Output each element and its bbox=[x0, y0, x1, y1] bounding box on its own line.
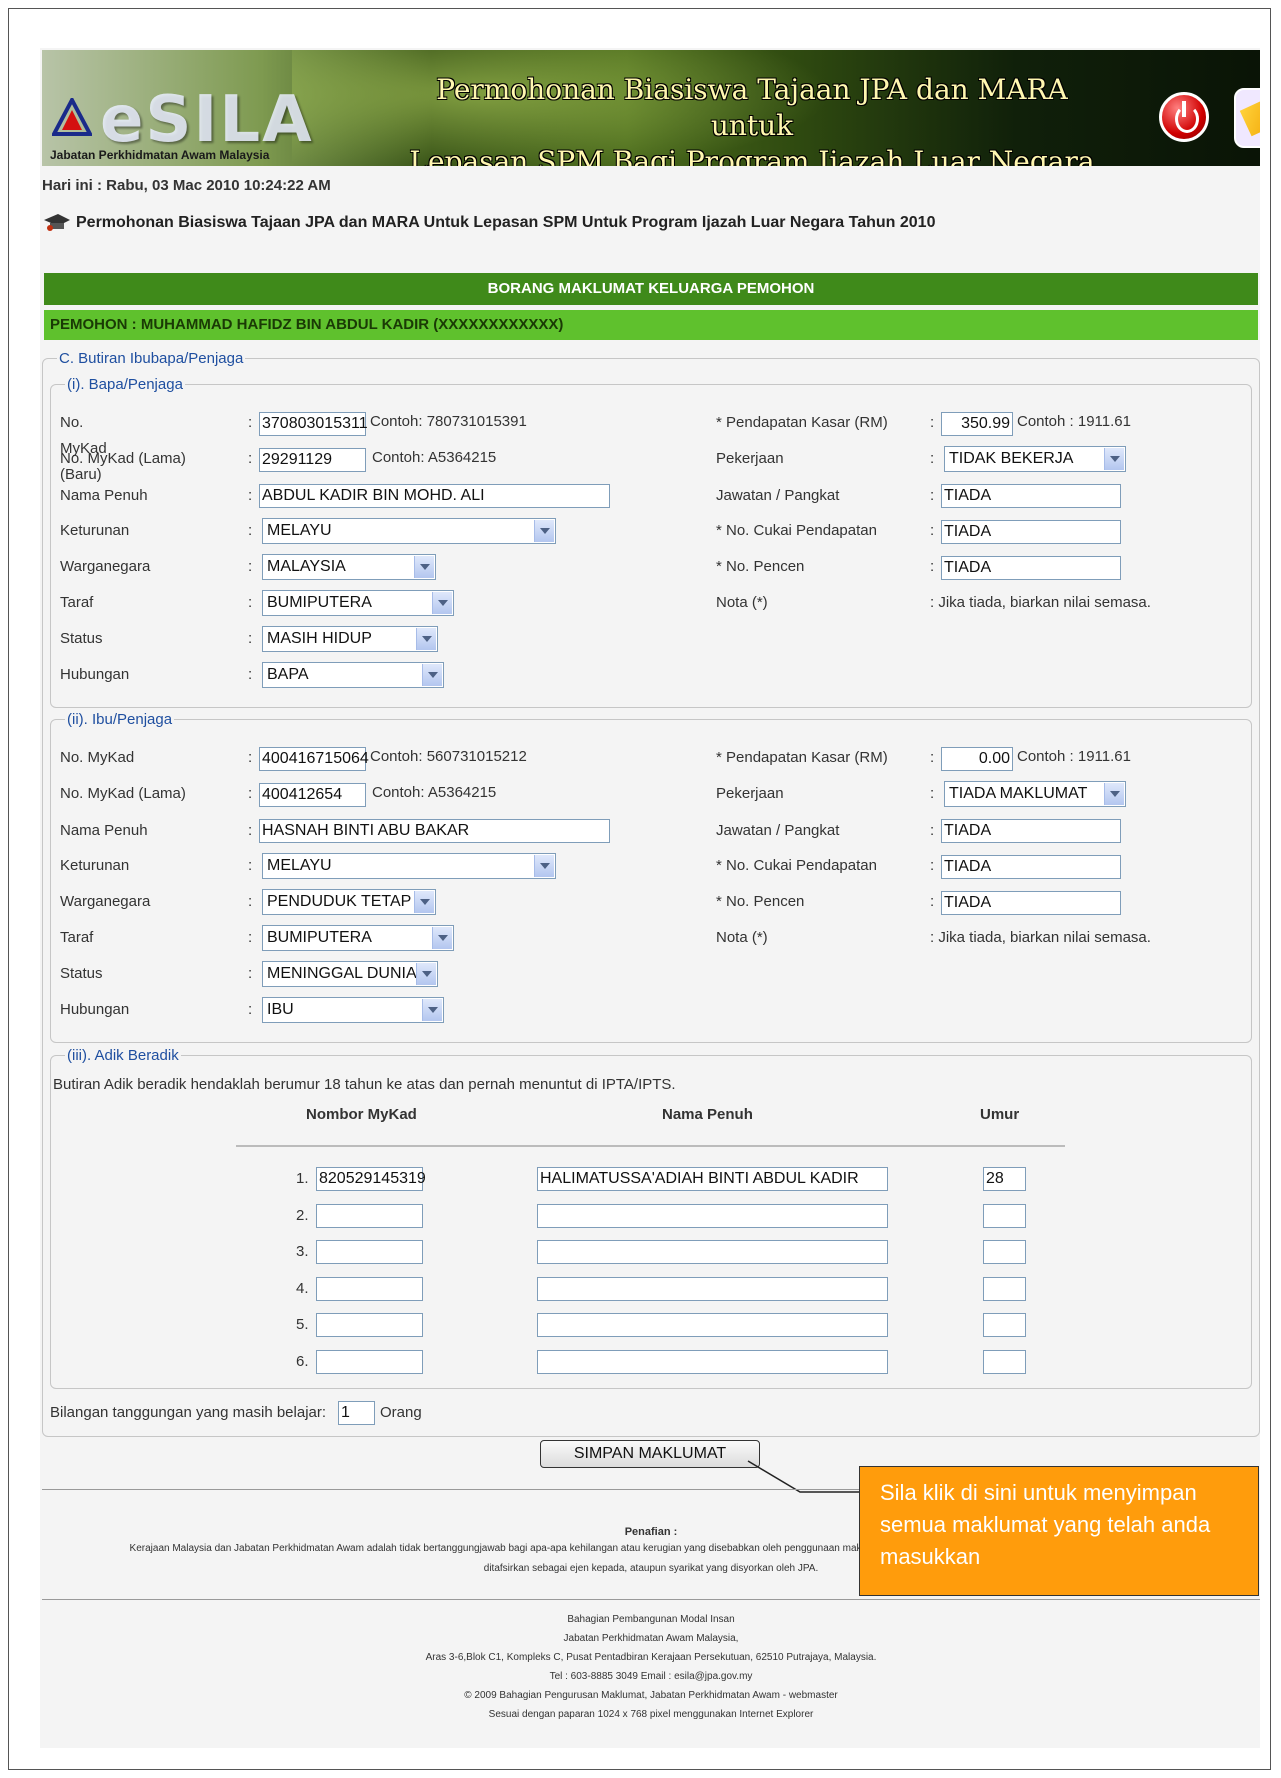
content-divider-bottom bbox=[42, 1599, 1260, 1600]
save-instruction-callout: Sila klik di sini untuk menyimpan semua … bbox=[859, 1466, 1259, 1596]
footer: Bahagian Pembangunan Modal Insan Jabatan… bbox=[425, 1614, 877, 1720]
content-divider-top bbox=[42, 1489, 862, 1490]
disclaimer-line1: Kerajaan Malaysia dan Jabatan Perkhidmat… bbox=[129, 1543, 886, 1554]
